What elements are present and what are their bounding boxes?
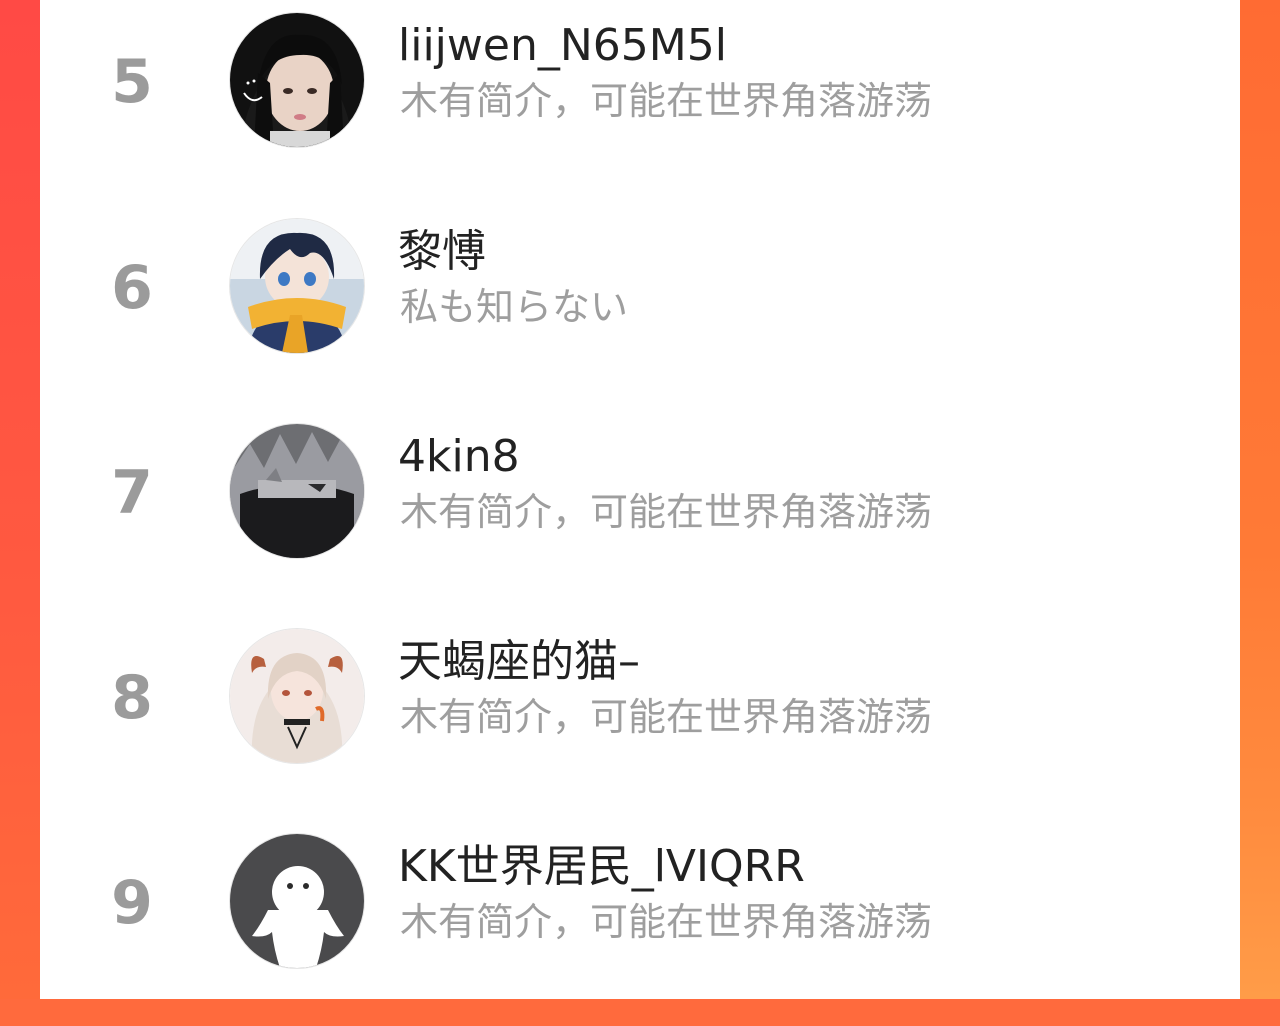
rank-number: 9 [111, 868, 153, 938]
ranking-list-item[interactable]: 7 4kin8 木有简介，可能在世界角落游荡 [40, 411, 1240, 616]
ranking-list-item[interactable]: 8 天蝎座的猫– 木有简介，可能在世界角落游荡 [40, 616, 1240, 821]
default-ghost-avatar-icon[interactable] [230, 834, 364, 968]
user-name: liijwen_N65M5l [398, 20, 727, 71]
user-bio: 木有简介，可能在世界角落游荡 [400, 900, 933, 944]
rank-number: 5 [111, 47, 153, 117]
masked-ninja-icon[interactable] [230, 424, 364, 558]
user-name: 黎愽 [398, 226, 486, 277]
ranking-list-item[interactable]: 5 liijwen_N65M5l 木有简介，可能在世界角落游荡 [40, 0, 1240, 205]
rank-number: 6 [111, 253, 153, 323]
user-name: 天蝎座的猫– [398, 636, 640, 687]
user-name: 4kin8 [398, 431, 520, 482]
user-bio: 木有简介，可能在世界角落游荡 [400, 695, 933, 739]
user-bio: 木有简介，可能在世界角落游荡 [400, 490, 933, 534]
rank-number: 8 [111, 663, 153, 733]
anime-girl-horns-icon[interactable] [230, 629, 364, 763]
right-side-background [1240, 0, 1280, 999]
girl-black-hair-photo-icon[interactable] [230, 13, 364, 147]
anime-boy-yellow-scarf-icon[interactable] [230, 219, 364, 353]
ranking-list-panel: 5 liijwen_N65M5l 木有简介，可能在世界角落游荡 6 黎愽 私も知… [40, 0, 1240, 999]
user-bio: 木有简介，可能在世界角落游荡 [400, 79, 933, 123]
left-side-background [0, 0, 40, 999]
ranking-list-item[interactable]: 9 KK世界居民_lVIQRR 木有简介，可能在世界角落游荡 [40, 821, 1240, 1026]
ranking-list-item[interactable]: 6 黎愽 私も知らない [40, 206, 1240, 411]
rank-number: 7 [111, 458, 153, 528]
user-bio: 私も知らない [400, 285, 629, 329]
user-name: KK世界居民_lVIQRR [398, 841, 805, 892]
